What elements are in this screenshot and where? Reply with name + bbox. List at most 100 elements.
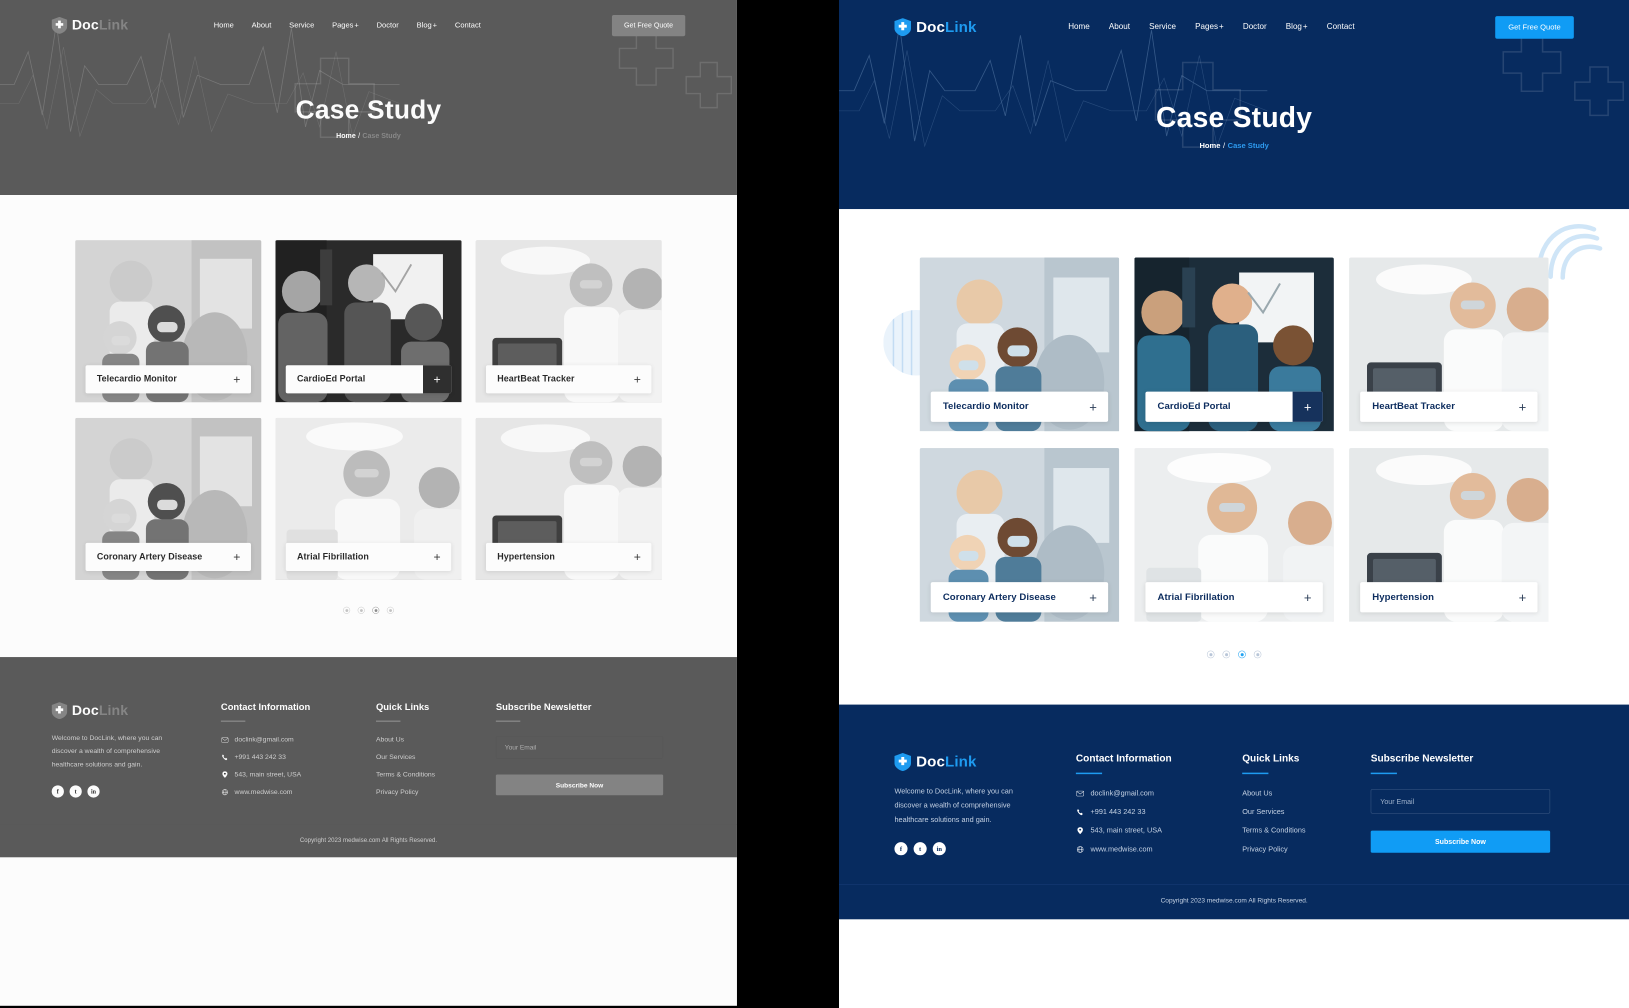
quicklink-privacy-policy[interactable]: Privacy Policy — [376, 788, 496, 796]
logo-text-primary: Doc — [916, 753, 945, 771]
nav-item-home[interactable]: Home — [1068, 23, 1090, 32]
newsletter-email-input[interactable] — [1370, 789, 1551, 814]
case-card[interactable]: Hypertension + — [1349, 448, 1549, 623]
heading-underline — [220, 720, 246, 722]
copyright-bar: Copyright 2023 medwise.com All Rights Re… — [839, 884, 1629, 920]
social-links: f t in — [894, 842, 1075, 856]
nav-item-contact[interactable]: Contact — [1327, 23, 1355, 32]
facebook-icon[interactable]: f — [51, 785, 64, 798]
quicklink-our-services[interactable]: Our Services — [1242, 808, 1371, 816]
breadcrumb-separator: / — [1223, 141, 1226, 151]
case-card-bar: Atrial Fibrillation + — [1145, 582, 1323, 613]
case-card-expand-button[interactable]: + — [1078, 582, 1108, 612]
case-card[interactable]: HeartBeat Tracker + — [475, 240, 662, 404]
nav-item-about[interactable]: About — [1109, 23, 1130, 32]
contact-website-text: www.medwise.com — [1090, 845, 1153, 854]
quicklink-terms-conditions[interactable]: Terms & Conditions — [1242, 827, 1371, 835]
nav-item-blog[interactable]: Blog+ — [417, 21, 437, 29]
quicklink-about-us[interactable]: About Us — [376, 736, 496, 744]
breadcrumb: Home / Case Study — [0, 132, 737, 140]
contact-address[interactable]: 543, main street, USA — [221, 771, 376, 778]
contact-phone[interactable]: +991 443 242 33 — [1076, 808, 1242, 816]
carousel-dot-2[interactable] — [1222, 650, 1231, 659]
linkedin-icon[interactable]: in — [932, 842, 946, 856]
case-card-expand-button[interactable]: + — [1507, 392, 1537, 422]
case-card-expand-button[interactable]: + — [223, 543, 251, 571]
twitter-icon[interactable]: t — [69, 785, 82, 798]
carousel-dot-1[interactable] — [1206, 650, 1215, 659]
breadcrumb-home[interactable]: Home — [336, 132, 356, 140]
hero-body: Case Study Home / Case Study — [0, 51, 737, 140]
case-card[interactable]: Coronary Artery Disease + — [75, 417, 262, 582]
case-card-title: Atrial Fibrillation — [297, 551, 369, 562]
facebook-icon[interactable]: f — [894, 842, 908, 856]
quicklink-privacy-policy[interactable]: Privacy Policy — [1242, 845, 1371, 853]
contact-phone[interactable]: +991 443 242 33 — [221, 753, 376, 761]
contact-address[interactable]: 543, main street, USA — [1076, 827, 1242, 835]
case-card-expand-button[interactable]: + — [1507, 582, 1537, 612]
case-card[interactable]: Coronary Artery Disease + — [919, 448, 1120, 623]
nav-item-service[interactable]: Service — [289, 21, 314, 29]
heading-underline — [1242, 772, 1269, 775]
linkedin-icon[interactable]: in — [87, 785, 100, 798]
preview-panel-color: DocLink Home About Service Pages+ Doctor… — [839, 0, 1629, 1008]
case-card-expand-button[interactable]: + — [1078, 392, 1108, 422]
nav-item-doctor[interactable]: Doctor — [377, 21, 399, 29]
carousel-dot-4[interactable] — [1253, 650, 1262, 659]
nav-item-blog[interactable]: Blog+ — [1286, 23, 1308, 32]
subscribe-now-button[interactable]: Subscribe Now — [495, 774, 664, 796]
carousel-dot-4[interactable] — [386, 606, 394, 614]
get-free-quote-button[interactable]: Get Free Quote — [611, 14, 686, 36]
contact-website[interactable]: www.medwise.com — [1076, 845, 1242, 853]
nav-item-about[interactable]: About — [252, 21, 272, 29]
carousel-dot-2[interactable] — [357, 606, 365, 614]
get-free-quote-button[interactable]: Get Free Quote — [1495, 15, 1574, 39]
footer-logo[interactable]: DocLink — [894, 752, 1075, 772]
nav-label: Pages — [332, 21, 354, 30]
footer-logo[interactable]: DocLink — [51, 702, 221, 720]
nav-item-home[interactable]: Home — [214, 21, 234, 29]
quicklink-terms-conditions[interactable]: Terms & Conditions — [376, 771, 496, 779]
carousel-dot-1[interactable] — [343, 606, 351, 614]
site-logo[interactable]: DocLink — [51, 16, 128, 34]
footer-grid: DocLink Welcome to DocLink, where you ca… — [894, 752, 1573, 864]
logo-text-secondary: Link — [98, 702, 129, 719]
subscribe-now-button[interactable]: Subscribe Now — [1370, 830, 1551, 853]
quicklink-about-us[interactable]: About Us — [1242, 789, 1371, 797]
case-study-grid: Telecardio Monitor + CardioEd Portal + H… — [919, 257, 1549, 624]
quicklink-our-services[interactable]: Our Services — [376, 753, 496, 761]
carousel-dot-3[interactable] — [1238, 650, 1246, 659]
case-card-expand-button[interactable]: + — [1292, 391, 1323, 422]
carousel-dot-3[interactable] — [372, 606, 380, 614]
newsletter-email-input[interactable] — [495, 736, 664, 759]
nav-item-contact[interactable]: Contact — [455, 21, 481, 29]
case-card-expand-button[interactable]: + — [223, 365, 251, 393]
case-card[interactable]: Telecardio Monitor + — [75, 240, 262, 404]
case-card[interactable]: CardioEd Portal + — [275, 240, 462, 404]
case-card-title: Atrial Fibrillation — [1157, 591, 1235, 603]
nav-item-service[interactable]: Service — [1149, 23, 1176, 32]
nav-item-pages[interactable]: Pages+ — [1195, 23, 1224, 32]
case-card-expand-button[interactable]: + — [1293, 582, 1323, 612]
case-card[interactable]: Atrial Fibrillation + — [1134, 448, 1334, 623]
nav-item-doctor[interactable]: Doctor — [1243, 23, 1267, 32]
case-card[interactable]: CardioEd Portal + — [1134, 257, 1334, 433]
globe-icon — [1076, 845, 1084, 853]
case-card[interactable]: Atrial Fibrillation + — [275, 417, 462, 582]
breadcrumb-home[interactable]: Home — [1199, 142, 1220, 151]
hero-section: DocLink Home About Service Pages+ Doctor… — [839, 0, 1629, 210]
case-card[interactable]: HeartBeat Tracker + — [1349, 257, 1549, 433]
contact-email[interactable]: doclink@gmail.com — [1076, 789, 1242, 797]
twitter-icon[interactable]: t — [913, 842, 927, 856]
case-card-expand-button[interactable]: + — [623, 365, 651, 393]
case-card-expand-button[interactable]: + — [423, 365, 452, 394]
case-card-expand-button[interactable]: + — [423, 543, 451, 571]
site-logo[interactable]: DocLink — [894, 18, 976, 37]
case-card[interactable]: Telecardio Monitor + — [919, 257, 1120, 433]
envelope-icon — [221, 737, 229, 743]
case-card-expand-button[interactable]: + — [623, 543, 651, 571]
contact-email[interactable]: doclink@gmail.com — [221, 736, 376, 744]
contact-website[interactable]: www.medwise.com — [221, 788, 376, 796]
nav-item-pages[interactable]: Pages+ — [332, 21, 359, 29]
case-card[interactable]: Hypertension + — [475, 417, 662, 582]
